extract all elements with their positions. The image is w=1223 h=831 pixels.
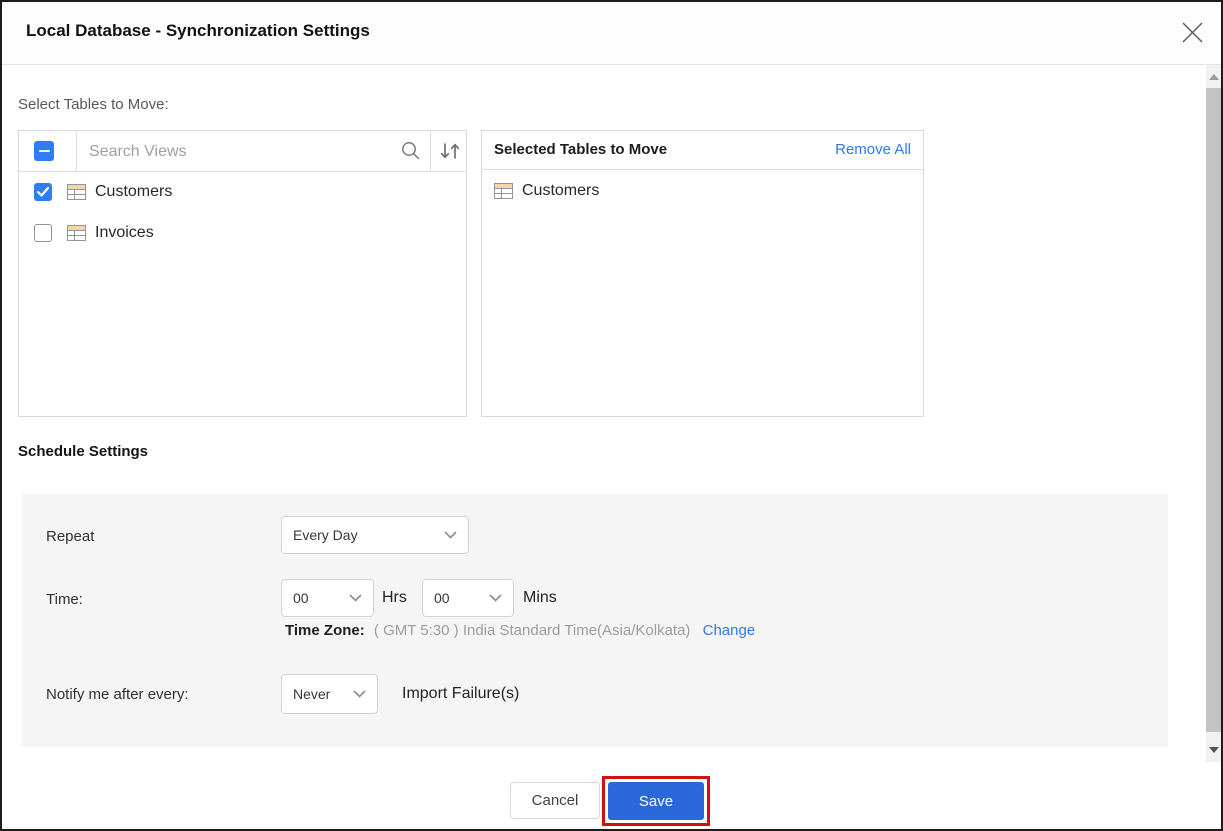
- search-input[interactable]: [87, 135, 396, 168]
- chevron-down-icon: [353, 690, 366, 698]
- customers-checkbox[interactable]: [34, 183, 52, 201]
- repeat-label: Repeat: [46, 528, 94, 545]
- table-icon: [67, 225, 86, 241]
- timezone-change-link[interactable]: Change: [703, 622, 756, 639]
- chevron-down-icon: [444, 531, 457, 539]
- repeat-select-value: Every Day: [293, 527, 358, 543]
- timezone-row: Time Zone: ( GMT 5:30 ) India Standard T…: [285, 622, 755, 639]
- checkbox-indeterminate-icon: [39, 150, 50, 153]
- notify-select-value: Never: [293, 686, 330, 702]
- table-icon: [494, 183, 513, 199]
- scroll-down-arrow-icon[interactable]: [1209, 747, 1219, 753]
- timezone-value: ( GMT 5:30 ) India Standard Time(Asia/Ko…: [374, 622, 691, 639]
- minutes-select[interactable]: 00: [422, 579, 514, 617]
- schedule-settings-panel: [22, 494, 1168, 747]
- dialog-title: Local Database - Synchronization Setting…: [26, 21, 370, 41]
- scrollbar-thumb[interactable]: [1206, 88, 1223, 732]
- select-tables-label: Select Tables to Move:: [18, 96, 169, 113]
- chevron-down-icon: [349, 594, 362, 602]
- chevron-down-icon: [489, 594, 502, 602]
- hours-select-value: 00: [293, 590, 309, 606]
- selected-tables-title: Selected Tables to Move: [494, 141, 667, 158]
- header-divider: [430, 131, 431, 171]
- sort-icon[interactable]: [438, 141, 462, 161]
- save-button[interactable]: Save: [608, 782, 704, 820]
- time-label: Time:: [46, 591, 83, 608]
- scroll-up-arrow-icon[interactable]: [1209, 74, 1219, 80]
- available-tables-header: [19, 131, 466, 172]
- table-icon: [67, 184, 86, 200]
- checkbox-checked-icon: [36, 186, 50, 198]
- hours-select[interactable]: 00: [281, 579, 374, 617]
- selected-tables-header: Selected Tables to Move Remove All: [482, 131, 923, 170]
- repeat-select[interactable]: Every Day: [281, 516, 469, 554]
- selected-tables-panel: Selected Tables to Move Remove All Custo…: [481, 130, 924, 417]
- hours-unit-label: Hrs: [382, 589, 407, 607]
- close-button[interactable]: [1177, 17, 1207, 47]
- schedule-settings-heading: Schedule Settings: [18, 443, 148, 460]
- notify-select[interactable]: Never: [281, 674, 378, 714]
- close-icon: [1180, 20, 1205, 45]
- select-all-checkbox[interactable]: [34, 141, 54, 161]
- titlebar: Local Database - Synchronization Setting…: [2, 2, 1221, 65]
- notify-suffix-label: Import Failure(s): [402, 685, 519, 703]
- header-divider: [76, 131, 77, 171]
- table-row-label: Customers: [95, 183, 172, 201]
- minutes-select-value: 00: [434, 590, 450, 606]
- available-tables-panel: Customers Invoices: [18, 130, 467, 417]
- cancel-button[interactable]: Cancel: [510, 782, 600, 819]
- selected-table-label: Customers: [522, 182, 599, 200]
- minutes-unit-label: Mins: [523, 589, 557, 607]
- selected-table-row: Customers: [482, 169, 923, 213]
- timezone-label: Time Zone:: [285, 622, 365, 639]
- table-row-invoices[interactable]: Invoices: [19, 212, 466, 253]
- table-row-customers[interactable]: Customers: [19, 171, 466, 212]
- invoices-checkbox[interactable]: [34, 224, 52, 242]
- table-row-label: Invoices: [95, 224, 154, 242]
- vertical-scrollbar[interactable]: [1206, 65, 1223, 762]
- remove-all-link[interactable]: Remove All: [835, 141, 911, 158]
- notify-label: Notify me after every:: [46, 686, 189, 703]
- search-icon[interactable]: [400, 140, 422, 162]
- sync-settings-dialog: Local Database - Synchronization Setting…: [0, 0, 1223, 831]
